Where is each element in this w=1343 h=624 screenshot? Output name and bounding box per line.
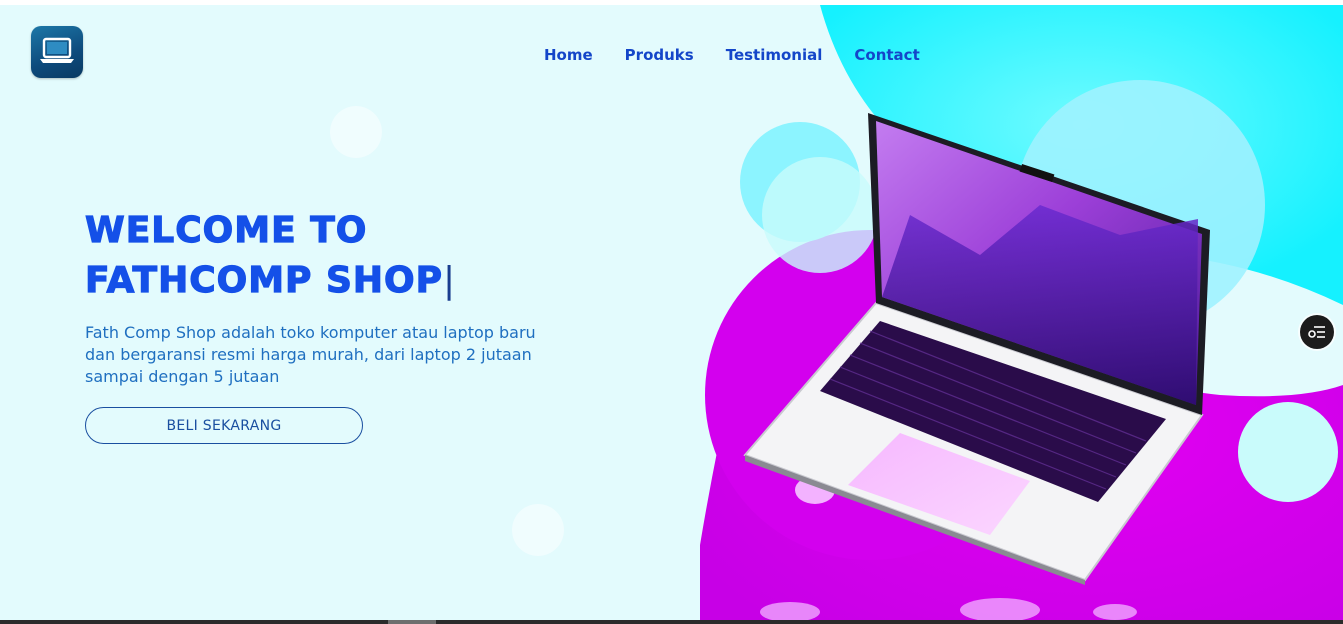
- nav-contact-link[interactable]: Contact: [854, 44, 919, 66]
- floating-settings-button[interactable]: [1300, 315, 1334, 349]
- hero-description: Fath Comp Shop adalah toko komputer atau…: [85, 323, 536, 386]
- scrollbar-thumb[interactable]: [388, 620, 436, 624]
- hero-artwork: [700, 5, 1343, 620]
- hero-title-text: FATHCOMP SHOP: [84, 259, 444, 301]
- decor-bubble-small: [512, 504, 564, 556]
- main-nav: Home Produks Testimonial Contact: [544, 44, 920, 66]
- horizontal-scrollbar[interactable]: [0, 620, 1343, 624]
- typing-caret: |: [443, 260, 457, 301]
- buy-now-button[interactable]: BELI SEKARANG: [85, 407, 363, 444]
- laptop-logo-icon: [40, 37, 74, 63]
- nav-home-link[interactable]: Home: [544, 44, 593, 66]
- settings-toggle-icon: [1308, 326, 1325, 338]
- nav-testimonial-link[interactable]: Testimonial: [726, 44, 823, 66]
- hero-title-line-1: WELCOME TO: [84, 209, 368, 251]
- laptop-illustration: [700, 5, 1343, 620]
- nav-produks-link[interactable]: Produks: [625, 44, 694, 66]
- hero-title-line-2: FATHCOMP SHOP|: [84, 256, 645, 306]
- hero-title: WELCOME TO FATHCOMP SHOP|: [84, 206, 645, 306]
- decor-bubble-small: [330, 106, 382, 158]
- site-logo[interactable]: [31, 26, 83, 78]
